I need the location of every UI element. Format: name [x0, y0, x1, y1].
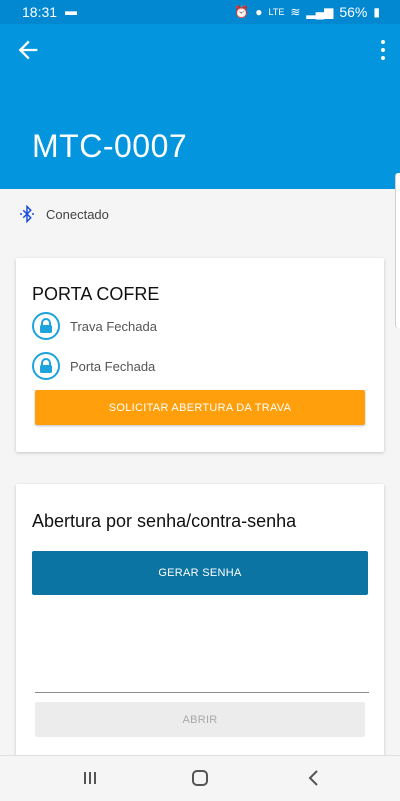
page-title: MTC-0007	[32, 128, 188, 164]
lock-status-row: Trava Fechada	[32, 312, 157, 340]
open-button[interactable]: ABRIR	[35, 702, 365, 737]
wifi-icon: ≋	[290, 5, 301, 19]
password-card: Abertura por senha/contra-senha GERAR SE…	[16, 484, 384, 764]
request-unlock-button[interactable]: SOLICITAR ABERTURA DA TRAVA	[35, 390, 365, 425]
network-label: LTE	[268, 7, 285, 17]
door-status-label: Porta Fechada	[70, 358, 156, 374]
alarm-icon: ⏰	[234, 5, 250, 19]
signal-icon: ▂▄▆	[306, 5, 334, 19]
door-lock-icon	[32, 352, 60, 380]
battery-percentage: 56%	[339, 4, 368, 20]
location-icon: ●	[255, 5, 263, 19]
back-nav-icon[interactable]	[302, 766, 326, 790]
connection-label: Conectado	[46, 206, 109, 222]
counter-password-input[interactable]	[35, 674, 369, 693]
status-icons: ⏰ ● LTE ≋ ▂▄▆ 56% ▮	[234, 4, 380, 20]
battery-icon: ▮	[373, 5, 380, 19]
back-arrow-icon[interactable]	[14, 36, 42, 64]
status-bar: 18:31 ▬ ⏰ ● LTE ≋ ▂▄▆ 56% ▮	[0, 0, 400, 24]
lock-status-label: Trava Fechada	[70, 318, 157, 334]
home-icon[interactable]	[188, 766, 212, 790]
lock-icon	[32, 312, 60, 340]
generate-password-button[interactable]: GERAR SENHA	[32, 551, 368, 595]
more-vert-icon[interactable]	[378, 38, 388, 62]
app-bar: MTC-0007	[0, 24, 400, 189]
porta-cofre-card: PORTA COFRE Trava Fechada Porta Fechada …	[16, 258, 384, 452]
door-status-row: Porta Fechada	[32, 352, 155, 380]
side-drawer-handle[interactable]	[395, 173, 400, 328]
recent-apps-icon[interactable]	[78, 766, 102, 790]
status-time: 18:31	[22, 4, 58, 20]
system-nav-bar	[0, 755, 400, 801]
card-title: Abertura por senha/contra-senha	[32, 511, 297, 531]
connection-status: Conectado	[18, 205, 109, 223]
card-title: PORTA COFRE	[32, 284, 160, 304]
folder-icon: ▬	[65, 4, 77, 18]
bluetooth-icon	[20, 205, 34, 223]
